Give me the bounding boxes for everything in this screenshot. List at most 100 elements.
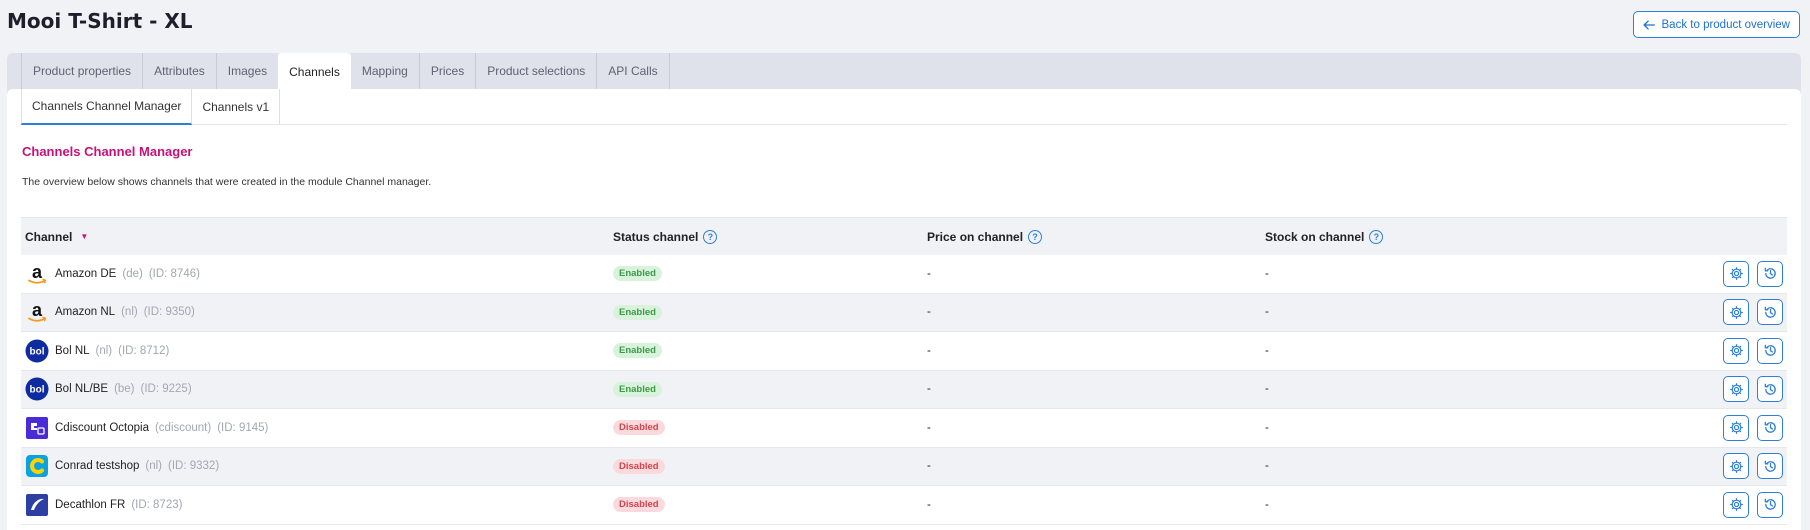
help-icon[interactable]: ? xyxy=(703,229,718,244)
channel-history-button[interactable] xyxy=(1757,299,1783,326)
channel-cell: Cdiscount Octopia (cdiscount) (ID: 9145) xyxy=(21,416,613,440)
table-row: bol Bol NL (nl) (ID: 8712) Enabled - - xyxy=(21,332,1787,371)
status-cell: Disabled xyxy=(613,420,927,436)
actions-cell xyxy=(1705,376,1787,403)
conrad-logo xyxy=(25,454,49,478)
stock-cell: - xyxy=(1265,383,1269,396)
gear-icon xyxy=(1729,420,1744,435)
channel-settings-button[interactable] xyxy=(1723,260,1749,287)
actions-cell xyxy=(1705,491,1787,518)
channel-settings-button[interactable] xyxy=(1723,337,1749,364)
channel-name: Bol NL/BE xyxy=(55,383,109,396)
table-body: a Amazon DE (de) (ID: 8746) Enabled - - a Amazon… xyxy=(21,255,1787,525)
status-cell: Enabled xyxy=(613,266,927,282)
channel-name: Cdiscount Octopia xyxy=(55,421,149,434)
svg-text:a: a xyxy=(32,300,43,320)
header-channel-label: Channel xyxy=(25,229,73,244)
history-icon xyxy=(1763,459,1778,474)
sort-down-icon[interactable]: ▼ xyxy=(80,232,88,241)
stock-cell: - xyxy=(1265,344,1269,357)
arrow-left-icon xyxy=(1643,19,1655,30)
tab-api-calls[interactable]: API Calls xyxy=(596,53,670,89)
channel-id: (ID: 8712) xyxy=(118,344,170,357)
channel-settings-button[interactable] xyxy=(1723,299,1749,326)
gear-icon xyxy=(1729,305,1744,320)
channel-id: (ID: 9145) xyxy=(217,421,269,434)
actions-cell xyxy=(1705,453,1787,480)
channel-code: (nl) xyxy=(121,306,138,319)
stock-cell: - xyxy=(1265,498,1269,511)
header-status-label: Status channel xyxy=(613,229,699,244)
price-cell: - xyxy=(927,460,931,473)
channel-history-button[interactable] xyxy=(1757,453,1783,480)
channel-cell: Decathlon FR (ID: 8723) xyxy=(21,493,613,517)
table-row: a Amazon NL (nl) (ID: 9350) Enabled - - xyxy=(21,293,1787,332)
tab-mapping[interactable]: Mapping xyxy=(351,53,419,89)
actions-cell xyxy=(1705,299,1787,326)
help-icon[interactable]: ? xyxy=(1369,229,1384,244)
history-icon xyxy=(1763,266,1778,281)
tab-attributes[interactable]: Attributes xyxy=(142,53,216,89)
subtab-channels-v1[interactable]: Channels v1 xyxy=(192,89,281,125)
status-badge: Enabled xyxy=(613,381,662,397)
gear-icon xyxy=(1729,382,1744,397)
channel-subtabs: Channels Channel Manager Channels v1 xyxy=(21,89,1787,125)
channel-settings-button[interactable] xyxy=(1723,414,1749,441)
channel-history-button[interactable] xyxy=(1757,414,1783,441)
tab-product-selections[interactable]: Product selections xyxy=(475,53,596,89)
status-badge: Disabled xyxy=(613,497,665,513)
channel-code: (de) xyxy=(122,267,143,280)
channel-cell: bol Bol NL/BE (be) (ID: 9225) xyxy=(21,377,613,401)
status-cell: Enabled xyxy=(613,343,927,359)
bol-logo: bol xyxy=(25,377,49,401)
channel-id: (ID: 8723) xyxy=(131,498,183,511)
subtab-channels-channel-manager[interactable]: Channels Channel Manager xyxy=(21,89,193,125)
header-channel[interactable]: Channel ▼ xyxy=(21,230,613,244)
channels-panel: Channels Channel Manager Channels v1 Chan… xyxy=(7,89,1801,530)
price-cell: - xyxy=(927,498,931,511)
channel-history-button[interactable] xyxy=(1757,260,1783,287)
channel-settings-button[interactable] xyxy=(1723,491,1749,518)
svg-text:a: a xyxy=(32,262,43,282)
channel-settings-button[interactable] xyxy=(1723,453,1749,480)
tab-images[interactable]: Images xyxy=(215,53,278,89)
bol-logo: bol xyxy=(25,339,49,363)
price-cell: - xyxy=(927,306,931,319)
status-cell: Disabled xyxy=(613,458,927,474)
channel-history-button[interactable] xyxy=(1757,491,1783,518)
history-icon xyxy=(1763,382,1778,397)
tab-prices[interactable]: Prices xyxy=(418,53,475,89)
channel-cell: a Amazon NL (nl) (ID: 9350) xyxy=(21,300,613,324)
channel-cell: Conrad testshop (nl) (ID: 9332) xyxy=(21,454,613,478)
status-badge: Enabled xyxy=(613,343,662,359)
channel-id: (ID: 9350) xyxy=(143,306,195,319)
channel-name: Bol NL xyxy=(55,344,90,357)
channel-settings-button[interactable] xyxy=(1723,376,1749,403)
channel-history-button[interactable] xyxy=(1757,376,1783,403)
history-icon xyxy=(1763,343,1778,358)
channel-id: (ID: 9225) xyxy=(140,383,192,396)
channel-id: (ID: 8746) xyxy=(148,267,200,280)
channel-history-button[interactable] xyxy=(1757,337,1783,364)
header-price-label: Price on channel xyxy=(927,229,1024,244)
page-title: Mooi T-Shirt - XL xyxy=(7,9,193,33)
table-row: Decathlon FR (ID: 8723) Disabled - - xyxy=(21,486,1787,525)
status-badge: Enabled xyxy=(613,304,662,320)
channel-cell: bol Bol NL (nl) (ID: 8712) xyxy=(21,339,613,363)
back-to-product-overview-button[interactable]: Back to product overview xyxy=(1632,11,1800,38)
channel-code: (nl) xyxy=(145,460,163,473)
channel-id: (ID: 9332) xyxy=(168,460,220,473)
header-status: Status channel ? xyxy=(613,229,927,244)
channels-table: Channel ▼ Status channel ? Price on chan… xyxy=(21,217,1787,525)
status-badge: Disabled xyxy=(613,458,665,474)
price-cell: - xyxy=(927,383,931,396)
price-cell: - xyxy=(927,421,931,434)
svg-text:bol: bol xyxy=(30,346,45,357)
amazon-logo: a xyxy=(25,262,49,286)
help-icon[interactable]: ? xyxy=(1028,229,1043,244)
tab-product-properties[interactable]: Product properties xyxy=(21,53,142,89)
gear-icon xyxy=(1729,459,1744,474)
tab-channels[interactable]: Channels xyxy=(278,53,351,90)
table-row: a Amazon DE (de) (ID: 8746) Enabled - - xyxy=(21,255,1787,294)
stock-cell: - xyxy=(1265,306,1269,319)
